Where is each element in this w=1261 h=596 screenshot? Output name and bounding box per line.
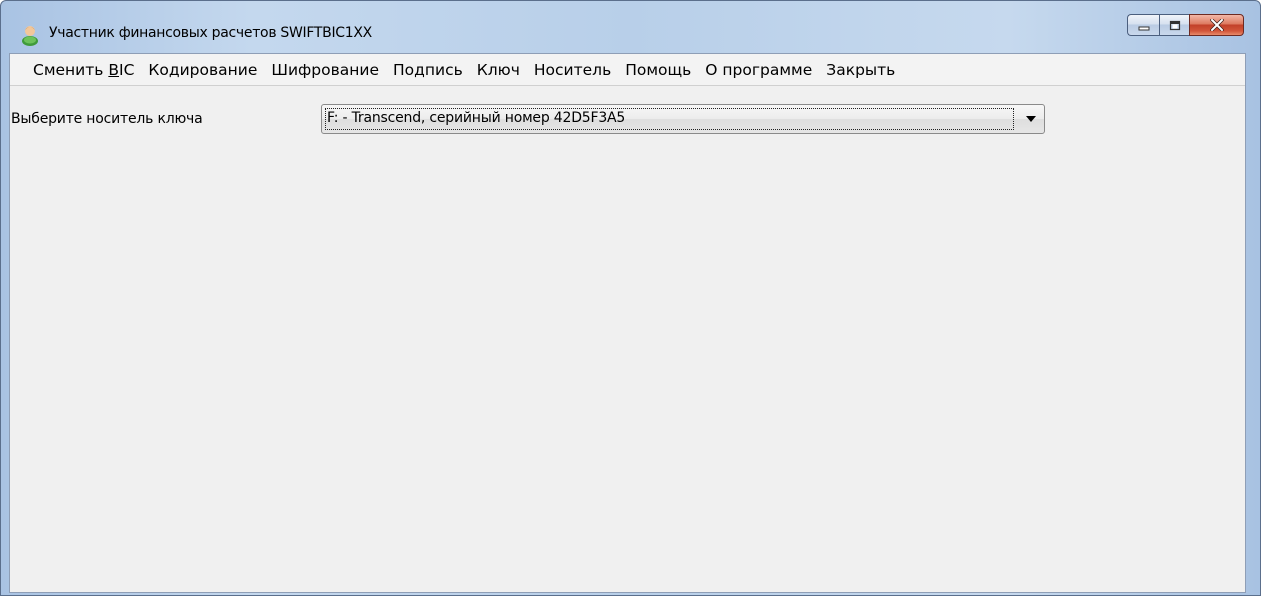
menu-change-bic-label: Сменить: [33, 60, 109, 79]
window-controls: [1127, 14, 1244, 38]
key-carrier-selected: F: - Transcend, серийный номер 42D5F3A5: [327, 110, 626, 126]
menu-key[interactable]: Ключ: [470, 57, 527, 83]
close-window-button[interactable]: [1189, 14, 1244, 36]
user-icon: [20, 24, 40, 46]
minimize-button[interactable]: [1127, 14, 1159, 36]
title-bar[interactable]: Участник финансовых расчетов SWIFTBIC1XX: [1, 1, 1260, 53]
key-carrier-select[interactable]: F: - Transcend, серийный номер 42D5F3A5: [321, 104, 1045, 134]
maximize-button[interactable]: [1159, 14, 1189, 36]
menu-signature[interactable]: Подпись: [386, 57, 470, 83]
menu-about[interactable]: О программе: [698, 57, 819, 83]
app-window: Участник финансовых расчетов SWIFTBIC1XX…: [0, 0, 1261, 596]
key-carrier-label: Выберите носитель ключа: [11, 111, 203, 127]
menu-encryption[interactable]: Шифрование: [264, 57, 386, 83]
menu-carrier[interactable]: Носитель: [527, 57, 618, 83]
close-icon: [1209, 16, 1224, 35]
client-area: Сменить BIC Кодирование Шифрование Подпи…: [9, 53, 1246, 593]
menu-change-bic-suffix: IC: [119, 60, 135, 79]
menu-close[interactable]: Закрыть: [819, 57, 902, 83]
chevron-down-icon[interactable]: [1026, 116, 1036, 122]
menu-help[interactable]: Помощь: [618, 57, 698, 83]
maximize-icon: [1169, 16, 1181, 35]
menu-encoding[interactable]: Кодирование: [141, 57, 264, 83]
menu-change-bic[interactable]: Сменить BIC: [26, 57, 141, 83]
minimize-icon: [1138, 16, 1150, 35]
menu-bar: Сменить BIC Кодирование Шифрование Подпи…: [10, 54, 1245, 86]
menu-change-bic-accel: B: [108, 60, 119, 79]
window-title: Участник финансовых расчетов SWIFTBIC1XX: [49, 25, 372, 41]
